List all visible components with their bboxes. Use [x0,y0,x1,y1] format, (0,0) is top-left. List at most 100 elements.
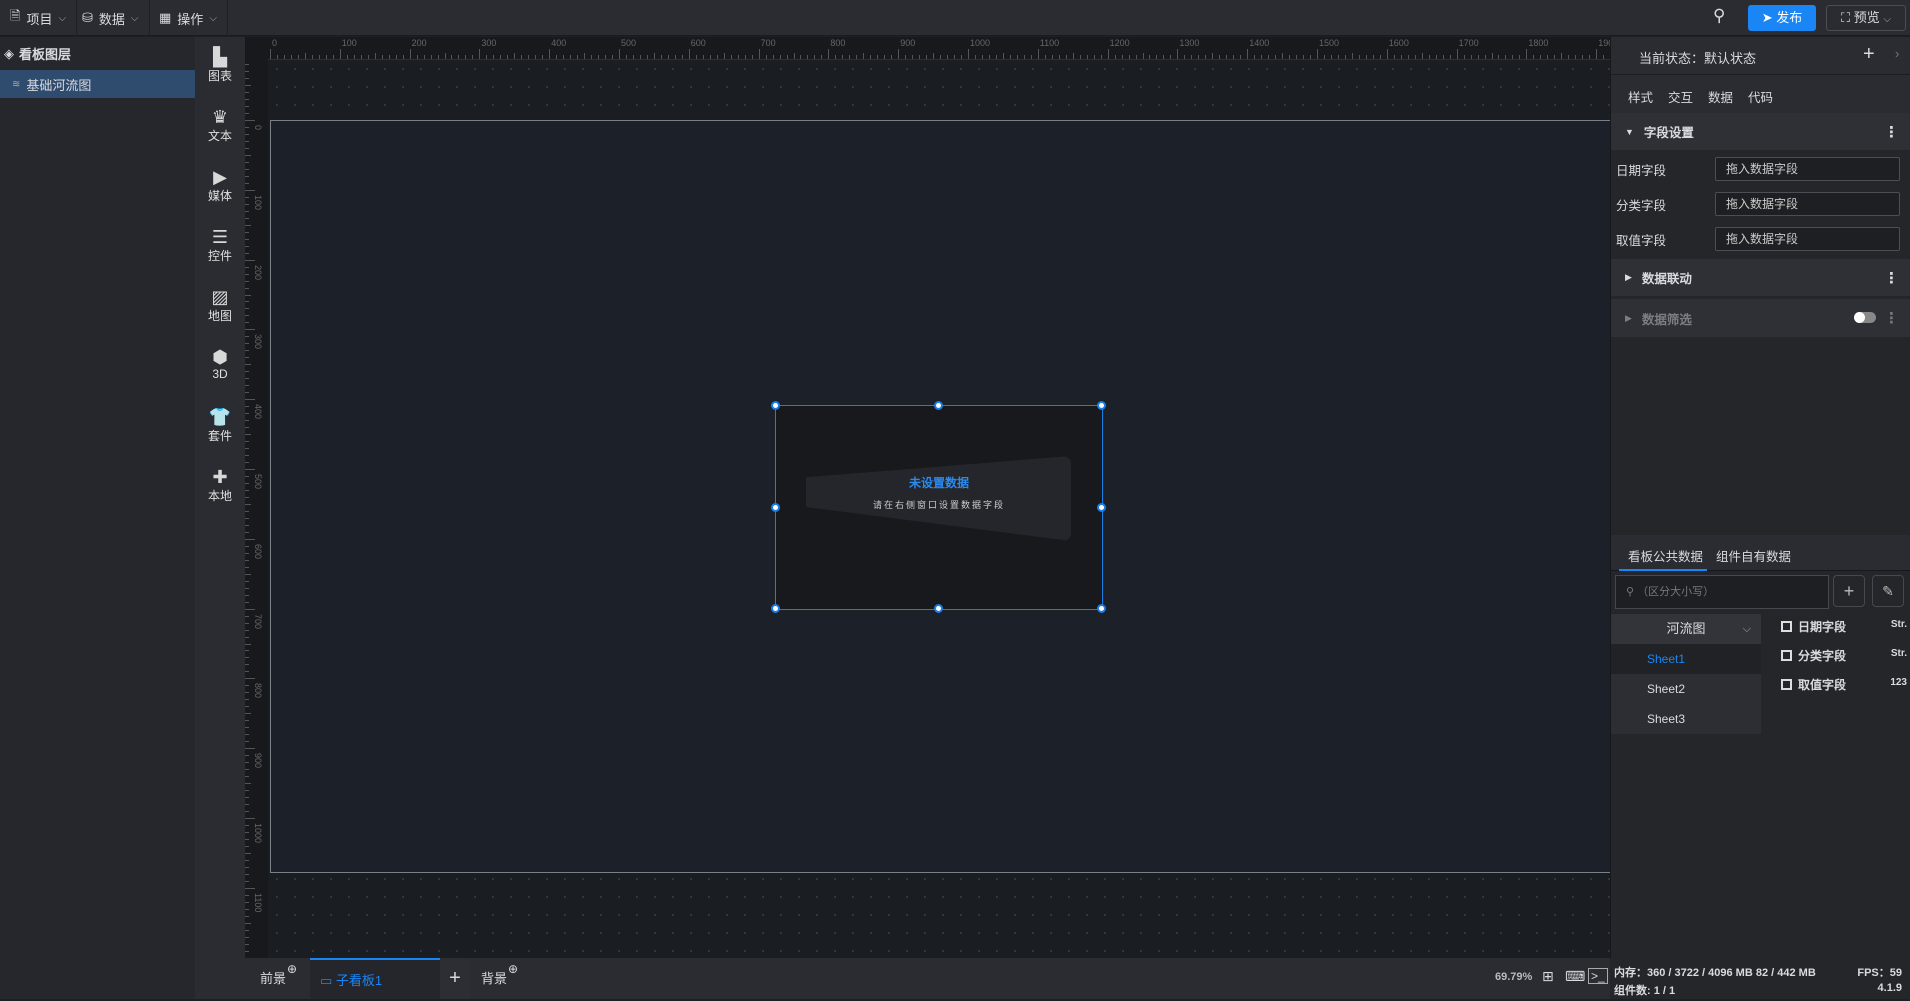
resize-handle[interactable] [771,604,780,613]
ruler-label: 1100 [253,892,263,913]
chevron-down-icon: ⌵ [209,12,217,24]
tab-own-data[interactable]: 组件自有数据 [1716,546,1791,565]
data-linkage-header[interactable]: ▶ 数据联动 ⋮ [1611,259,1910,296]
bottom-bar: 前景 ⊕ ▭ 子看板1 + 背景 ⊕ 69.79% ⊞ ⌨ >_ [245,958,1610,999]
add-circle-icon[interactable]: ⊕ [287,949,297,990]
ruler-label: 400 [551,38,567,48]
component-category-2[interactable]: ▶ 媒体 [195,167,245,204]
crown-text-icon: ♛ [211,107,229,127]
resize-handle[interactable] [1097,502,1106,512]
more-icon[interactable]: ⋮ [1884,269,1899,287]
ruler-label: 600 [690,38,706,48]
add-state-icon[interactable]: + [1863,43,1875,66]
chevron-right-icon[interactable]: › [1895,46,1899,61]
file-icon: 🗎 [10,8,21,23]
component-category-5[interactable]: ⬢ 3D [195,347,245,381]
preview-button[interactable]: ⛶ 预览 ⌵ [1826,5,1906,31]
ruler-label: 1600 [1388,38,1409,48]
component-category-0[interactable]: ▙ 图表 [195,47,245,84]
component-category-4[interactable]: ▨ 地图 [195,287,245,324]
sheet-item[interactable]: Sheet1 [1611,644,1761,674]
chevron-down-icon: ⌵ [130,12,139,24]
shirt-icon: 👕 [208,407,232,427]
ruler-label: 600 [253,543,263,559]
component-category-6[interactable]: 👕 套件 [195,407,245,444]
resize-handle[interactable] [1097,401,1106,410]
resize-handle[interactable] [771,502,780,512]
zoom-level[interactable]: 69.79% [1495,971,1532,983]
more-icon[interactable]: ⋮ [1884,123,1899,141]
ruler-label: 900 [900,38,916,48]
field-row-value: 取值字段 拖入数据字段 [1611,224,1910,254]
more-icon[interactable]: ⋮ [1884,309,1899,327]
keyboard-icon[interactable]: ⌨ [1565,968,1585,985]
add-circle-icon[interactable]: ⊕ [508,949,518,990]
category-field-input[interactable]: 拖入数据字段 [1715,192,1900,216]
tab-style[interactable]: 样式 [1628,87,1653,106]
column-item[interactable]: 日期字段 Str. [1781,618,1910,640]
sheet-item[interactable]: Sheet3 [1611,704,1761,734]
dataset-select[interactable]: 河流图 ⌵ [1611,614,1761,644]
column-item[interactable]: 分类字段 Str. [1781,647,1910,669]
menu-operations[interactable]: ▦ 操作 ⌵ [149,0,228,36]
ruler-label: 1300 [1179,38,1200,48]
sheet-item[interactable]: Sheet2 [1611,674,1761,704]
layer-item[interactable]: ≋ 基础河流图 [0,70,195,98]
ruler-label: 800 [253,683,263,699]
tab-sub-board[interactable]: ▭ 子看板1 [310,958,440,999]
state-label[interactable]: 当前状态：默认状态 [1639,48,1756,67]
ruler-label: 100 [341,38,357,48]
ruler-label: 1000 [970,38,991,48]
component-count: 组件数: 1 / 1 [1614,985,1676,997]
publish-button[interactable]: ➤ 发布 [1748,5,1816,31]
chevron-down-icon: ⌵ [58,12,67,24]
tab-foreground[interactable]: 前景 ⊕ [250,958,308,999]
ruler-label: 0 [253,125,263,131]
add-dataset-button[interactable]: + [1833,575,1865,607]
column-item[interactable]: 取值字段 123 [1781,676,1910,698]
menu-data[interactable]: ⛁ 数据 ⌵ [72,0,150,36]
tab-data[interactable]: 数据 [1708,87,1733,106]
resize-handle[interactable] [934,604,943,613]
edit-dataset-button[interactable]: ✎ [1872,575,1904,607]
search-icon[interactable]: ⚲ [1713,6,1725,26]
add-board-icon[interactable]: + [440,958,470,999]
component-category-1[interactable]: ♛ 文本 [195,107,245,144]
menu-project[interactable]: 🗎 项目 ⌵ [0,0,78,36]
bar-chart-icon: ▙ [213,47,227,67]
state-row: 当前状态：默认状态 + › [1611,37,1910,75]
terminal-icon[interactable]: >_ [1588,968,1608,984]
resize-handle[interactable] [934,401,943,410]
data-filter-header[interactable]: ▶ 数据筛选 ⋮ [1611,299,1910,337]
tab-code[interactable]: 代码 [1748,87,1773,106]
puzzle-icon: ✚ [212,467,228,487]
ruler-label: 100 [253,194,263,210]
caret-down-icon: ▼ [1625,126,1634,137]
active-tab-indicator [1619,569,1707,571]
value-field-input[interactable]: 拖入数据字段 [1715,227,1900,251]
ruler-label: 1000 [253,823,263,844]
fit-screen-icon[interactable]: ⊞ [1542,968,1554,985]
tab-interaction[interactable]: 交互 [1668,87,1693,106]
empty-title: 未设置数据 [908,476,969,490]
component-category-7[interactable]: ✚ 本地 [195,467,245,504]
dataset-search-input[interactable]: ⚲ （区分大小写） [1615,575,1829,609]
ruler-label: 700 [760,38,776,48]
field-settings-header[interactable]: ▼ 字段设置 ⋮ [1611,113,1910,150]
tab-public-data[interactable]: 看板公共数据 [1628,546,1703,565]
chevron-down-icon: ⌵ [1742,623,1751,635]
checkbox[interactable] [1781,621,1792,632]
filter-toggle[interactable] [1854,312,1876,323]
component-category-3[interactable]: ☰ 控件 [195,227,245,264]
layers-icon: ◈ [4,45,14,61]
checkbox[interactable] [1781,650,1792,661]
resize-handle[interactable] [771,401,780,410]
date-field-input[interactable]: 拖入数据字段 [1715,157,1900,181]
resize-handle[interactable] [1097,604,1106,613]
tab-background[interactable]: 背景 ⊕ [471,958,529,999]
river-chart-widget[interactable]: 未设置数据 请在右侧窗口设置数据字段 [771,401,1106,613]
ruler-label: 500 [621,38,637,48]
checkbox[interactable] [1781,679,1792,690]
caret-right-icon: ▶ [1625,272,1632,282]
ruler-label: 1200 [1109,38,1130,48]
